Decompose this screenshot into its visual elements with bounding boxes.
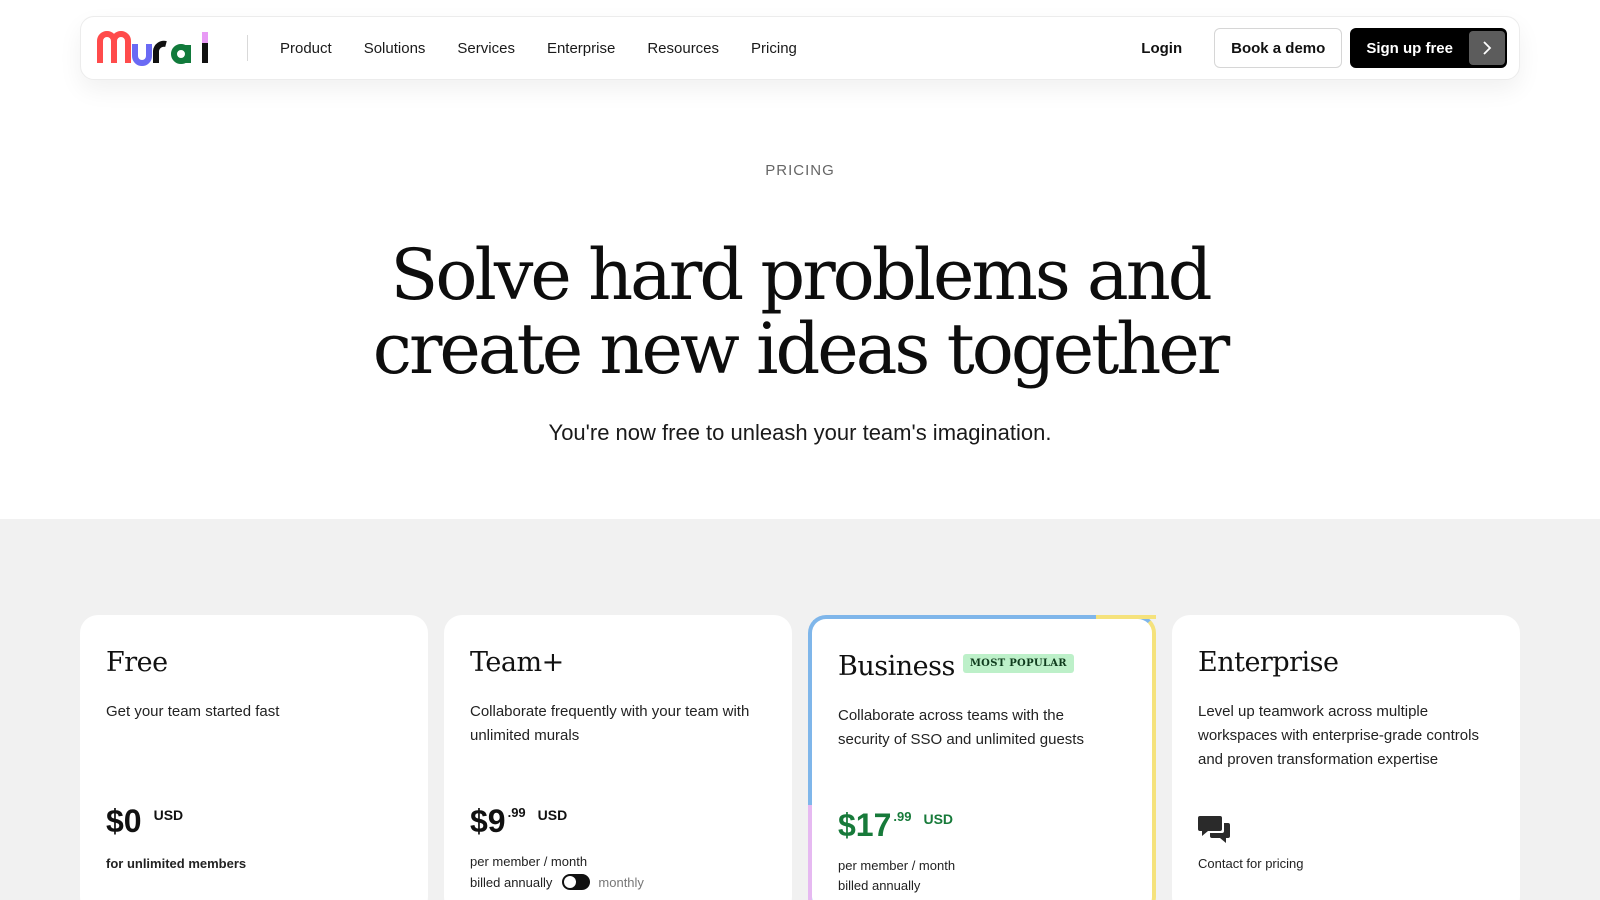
signup-label: Sign up free (1366, 39, 1453, 57)
plan-price: $0 USD (106, 803, 183, 839)
plan-description: Level up teamwork across multiple worksp… (1198, 703, 1479, 768)
price-note-period: per member / month (470, 854, 588, 869)
hero-subtitle: You're now free to unleash your team's i… (548, 420, 1052, 445)
price-cents: .99 (893, 809, 912, 824)
billing-monthly-label[interactable]: monthly (598, 875, 644, 890)
plan-price: $9 .99 USD (470, 803, 567, 839)
plan-description: Collaborate frequently with your team wi… (470, 703, 750, 744)
main-nav: Product Solutions Services Enterprise Re… (280, 40, 797, 57)
plan-name-row: Business MOST POPULAR (838, 651, 1126, 682)
signup-button[interactable]: Sign up free (1350, 28, 1507, 68)
nav-product[interactable]: Product (280, 40, 332, 57)
plan-name: Free (106, 647, 168, 678)
nav-services[interactable]: Services (457, 40, 515, 57)
price-currency: USD (537, 807, 568, 823)
plan-card-free: Free Get your team started fast $0 USD f… (80, 615, 428, 900)
plan-name: Team+ (470, 647, 564, 678)
price-note-period: per member / month (838, 858, 956, 873)
plan-card-business: Business MOST POPULAR Collaborate across … (808, 615, 1156, 900)
price-currency: USD (923, 811, 954, 827)
nav-solutions[interactable]: Solutions (364, 40, 426, 57)
hero-title: Solve hard problems and create new ideas… (0, 238, 1600, 386)
contact-pricing-note: Contact for pricing (1198, 856, 1304, 871)
price-amount: $17 (838, 807, 892, 843)
nav-resources[interactable]: Resources (647, 40, 719, 57)
plan-card-team-plus: Team+ Collaborate frequently with your t… (444, 615, 792, 900)
plan-price: $17 .99 USD (838, 807, 953, 843)
border-accent-pink (808, 805, 812, 900)
border-accent-yellow (1096, 615, 1156, 619)
chevron-right-icon (1469, 31, 1505, 65)
hero-title-line-1: Solve hard problems and (390, 234, 1212, 316)
nav-divider (247, 35, 248, 61)
price-note: for unlimited members (106, 856, 247, 871)
billing-toggle-row: billed annually monthly (470, 874, 644, 890)
price-cents: .99 (507, 805, 526, 820)
plan-name: Enterprise (1198, 647, 1339, 678)
price-note-billing: billed annually (838, 878, 921, 893)
book-demo-button[interactable]: Book a demo (1214, 28, 1343, 68)
billing-toggle[interactable] (562, 874, 591, 890)
plan-card-enterprise: Enterprise Level up teamwork across mult… (1172, 615, 1520, 900)
chat-bubbles-icon (1198, 813, 1232, 850)
plan-description: Get your team started fast (106, 703, 280, 720)
hero-title-line-2: create new ideas together (372, 308, 1230, 390)
price-amount: $0 (106, 803, 142, 839)
nav-pricing[interactable]: Pricing (751, 40, 797, 57)
login-link[interactable]: Login (1141, 40, 1182, 57)
price-currency: USD (153, 807, 184, 823)
nav-enterprise[interactable]: Enterprise (547, 40, 615, 57)
pricing-eyebrow: PRICING (765, 162, 835, 179)
price-amount: $9 (470, 803, 506, 839)
billing-annual-label: billed annually (470, 874, 553, 890)
most-popular-badge: MOST POPULAR (962, 654, 1074, 673)
top-navbar: Product Solutions Services Enterprise Re… (80, 16, 1520, 80)
nav-actions: Login Book a demo Sign up free (1141, 28, 1507, 68)
plan-description: Collaborate across teams with the securi… (838, 707, 1084, 748)
mural-logo[interactable] (97, 28, 215, 68)
plan-name: Business (838, 651, 955, 682)
